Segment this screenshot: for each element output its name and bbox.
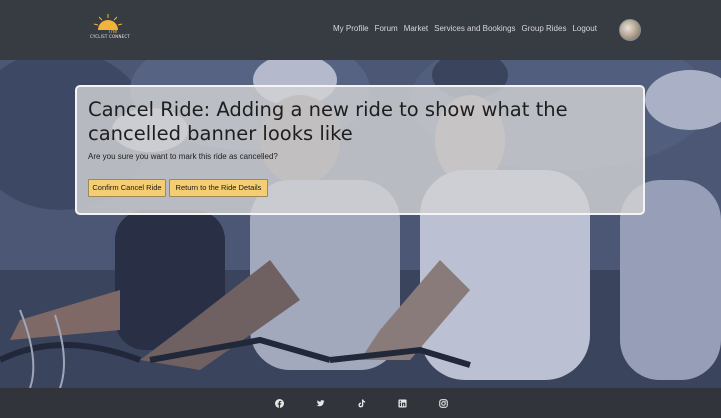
confirm-cancel-ride-button[interactable]: Confirm Cancel Ride xyxy=(88,179,166,197)
cyclist-connect-logo[interactable]: The CYCLIST CONNECT xyxy=(88,14,132,46)
navbar: The CYCLIST CONNECT My Profile Forum Mar… xyxy=(0,0,721,60)
user-avatar[interactable] xyxy=(619,19,641,41)
logo-text: CYCLIST CONNECT xyxy=(89,34,131,39)
cancel-ride-card: Cancel Ride: Adding a new ride to show w… xyxy=(75,85,645,215)
main-nav: My Profile Forum Market Services and Boo… xyxy=(333,24,597,33)
instagram-icon[interactable] xyxy=(439,399,448,408)
tiktok-icon[interactable] xyxy=(357,399,366,408)
nav-market[interactable]: Market xyxy=(404,24,428,33)
nav-forum[interactable]: Forum xyxy=(375,24,398,33)
linkedin-icon[interactable] xyxy=(398,399,407,408)
confirm-message: Are you sure you want to mark this ride … xyxy=(88,152,278,161)
facebook-icon[interactable] xyxy=(275,399,284,408)
footer xyxy=(0,388,721,418)
nav-logout[interactable]: Logout xyxy=(572,24,596,33)
return-to-ride-details-button[interactable]: Return to the Ride Details xyxy=(169,179,268,197)
nav-group-rides[interactable]: Group Rides xyxy=(522,24,567,33)
nav-services-and-bookings[interactable]: Services and Bookings xyxy=(434,24,515,33)
twitter-icon[interactable] xyxy=(316,399,325,408)
page-title: Cancel Ride: Adding a new ride to show w… xyxy=(88,98,568,145)
nav-my-profile[interactable]: My Profile xyxy=(333,24,369,33)
